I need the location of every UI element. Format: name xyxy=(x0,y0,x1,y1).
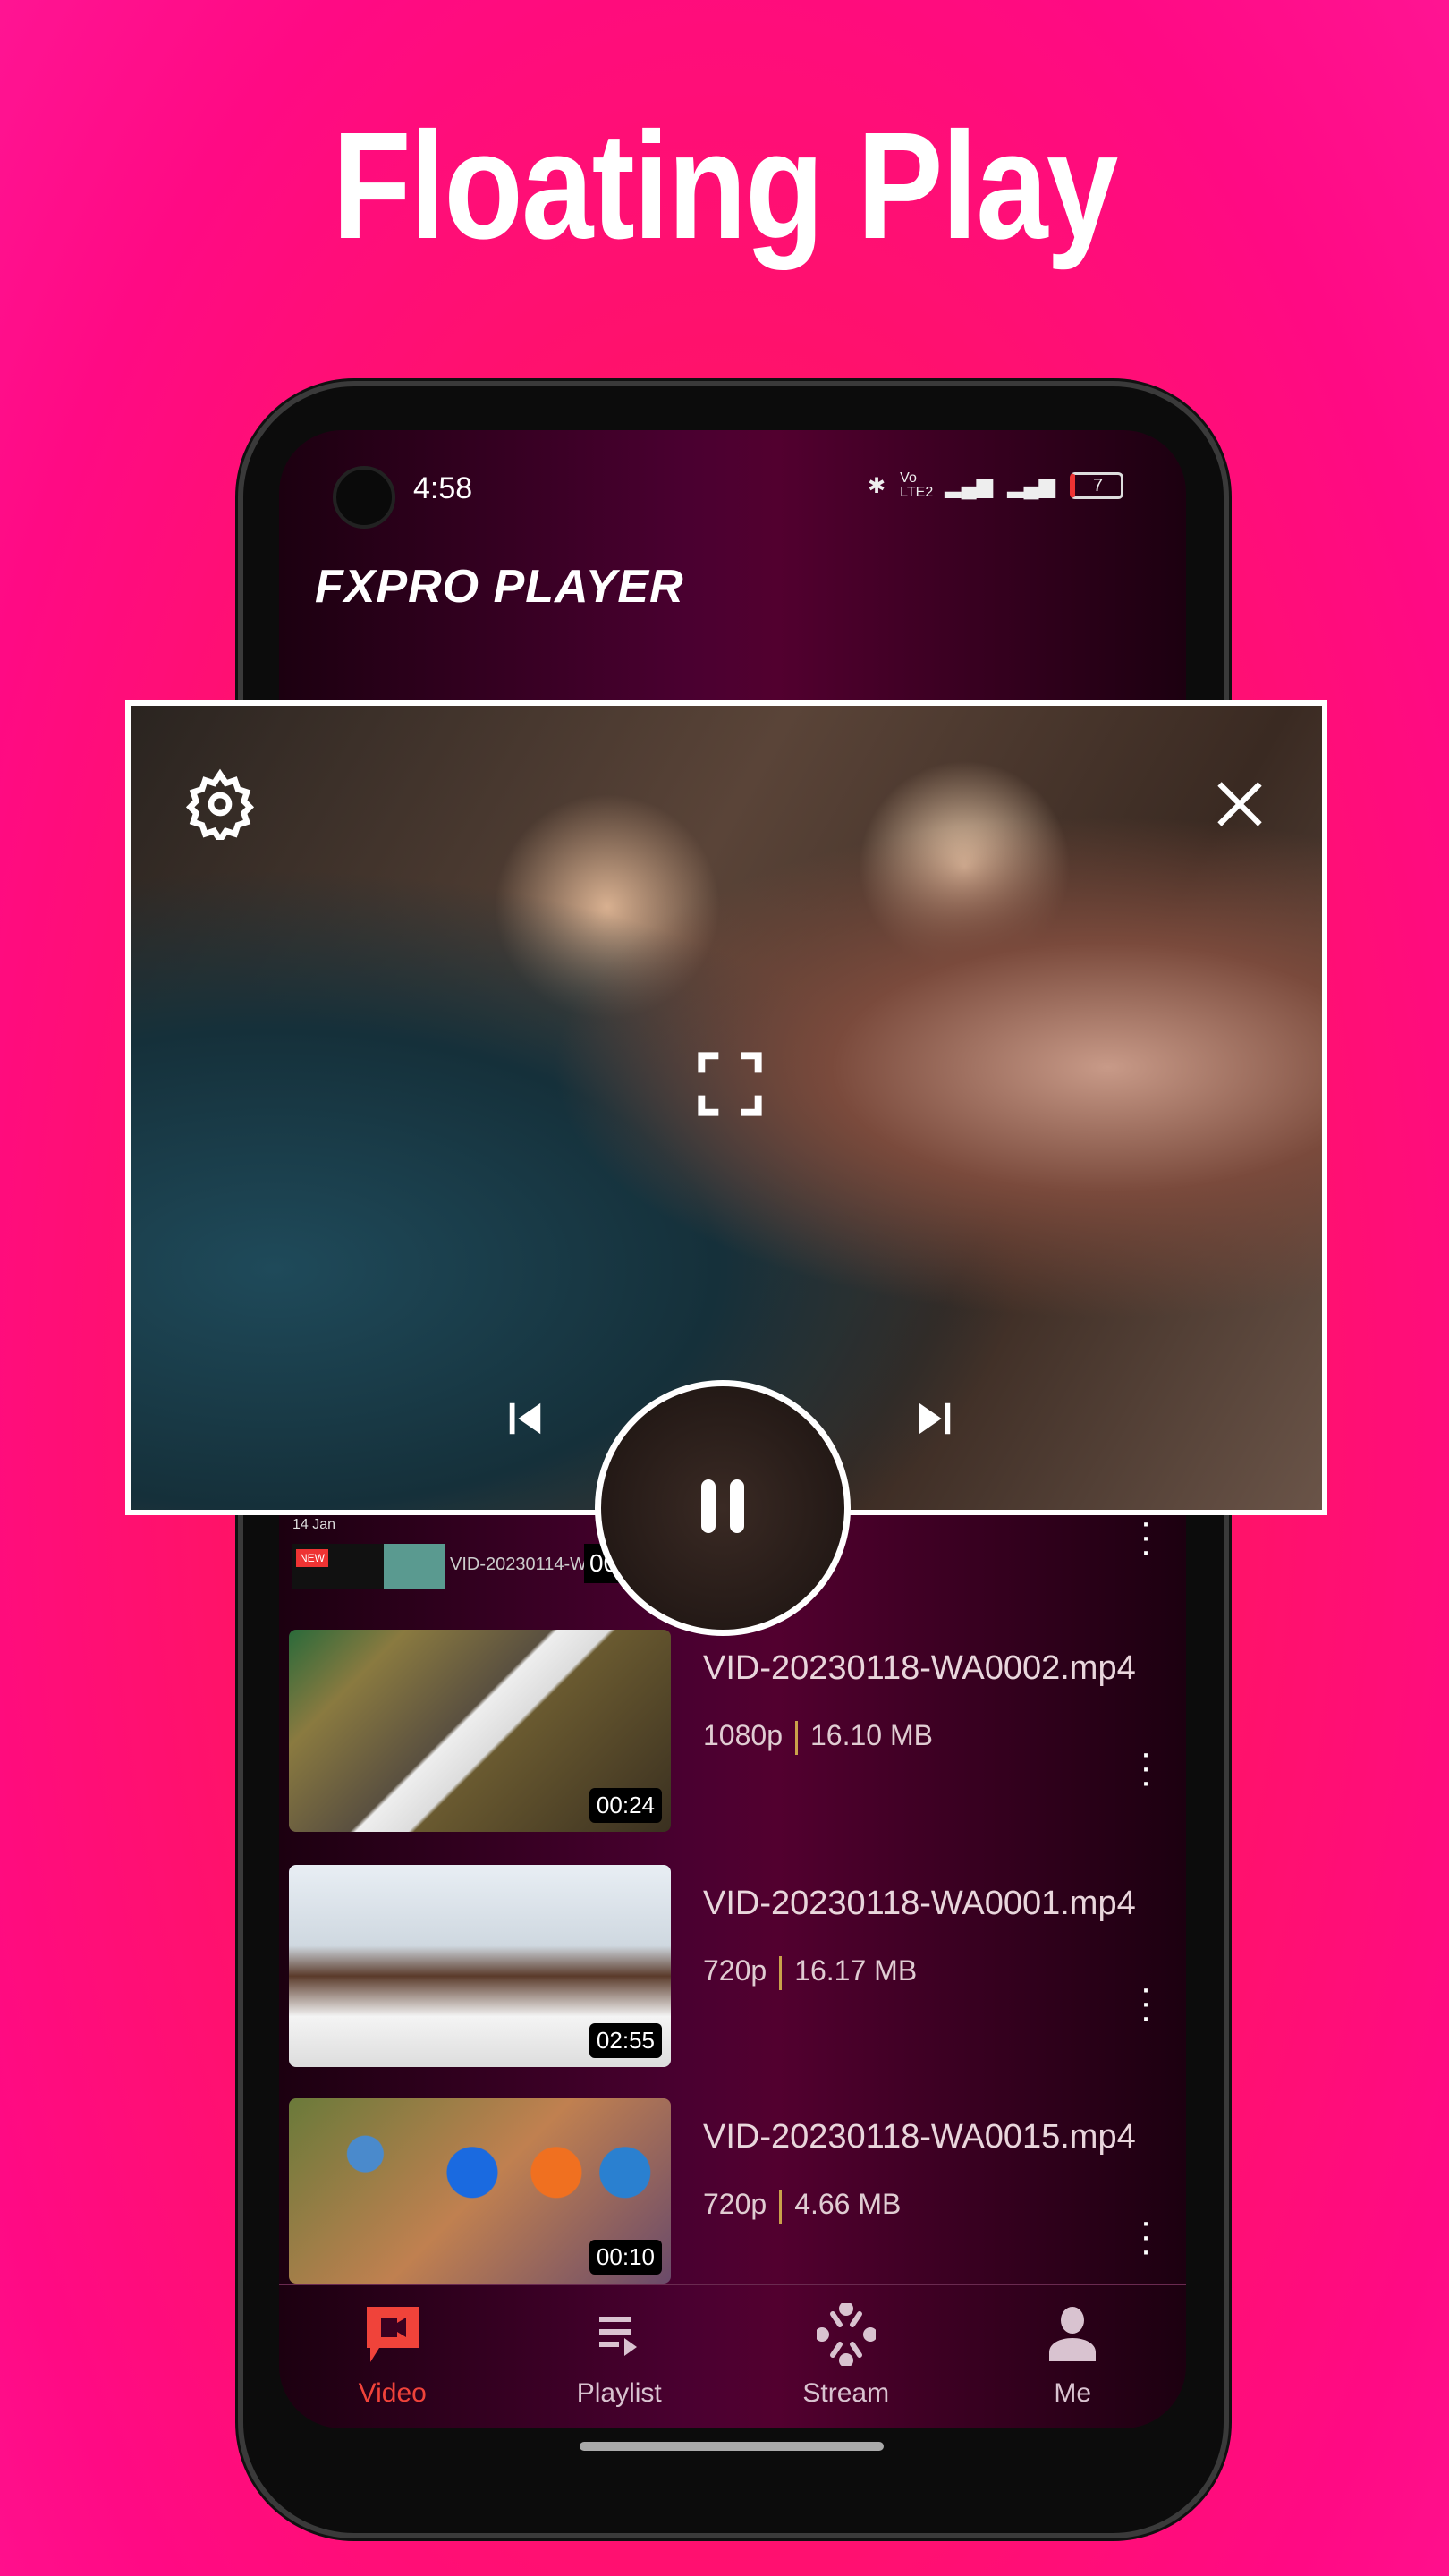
skip-previous-icon[interactable] xyxy=(504,1398,546,1444)
nav-item-me[interactable]: Me xyxy=(960,2285,1187,2428)
video-title: VID-20230118-WA0002.mp4 xyxy=(703,1649,1136,1687)
status-time: 4:58 xyxy=(413,471,473,505)
signal-icon: ▂▄▆ xyxy=(1007,473,1055,498)
file-size: 4.66 MB xyxy=(794,2188,902,2220)
more-options-icon[interactable]: · · · xyxy=(1137,1735,1155,1800)
home-indicator[interactable] xyxy=(580,2442,884,2451)
video-thumbnail: NEW xyxy=(292,1544,445,1589)
date-header: 14 Jan xyxy=(292,1517,336,1532)
duration-badge: 00:24 xyxy=(589,1788,662,1823)
nav-item-stream[interactable]: Stream xyxy=(733,2285,960,2428)
duration-badge: 00:10 xyxy=(589,2240,662,2275)
video-thumbnail: 00:24 xyxy=(289,1630,671,1832)
nav-label: Me xyxy=(1054,2378,1092,2408)
resolution: 720p xyxy=(703,2188,767,2220)
front-camera xyxy=(333,466,395,529)
more-options-icon[interactable]: · · · xyxy=(1137,1970,1155,2035)
battery-icon: 7 xyxy=(1070,472,1123,499)
resolution: 1080p xyxy=(703,1719,783,1751)
file-size: 16.17 MB xyxy=(794,1954,918,1987)
more-options-icon[interactable]: · · · xyxy=(1137,2204,1155,2268)
video-meta: 720p 16.17 MB xyxy=(703,1954,917,1990)
fullscreen-icon[interactable] xyxy=(696,1050,764,1123)
more-options-icon[interactable]: · · · xyxy=(1137,1504,1155,1569)
video-title: VID-20230118-WA0015.mp4 xyxy=(703,2118,1136,2156)
bottom-nav: Video Playlist Stream Me xyxy=(279,2284,1186,2428)
stream-icon xyxy=(815,2303,877,2366)
video-camera-icon xyxy=(361,2303,424,2366)
bluetooth-icon: ✱ xyxy=(868,473,886,498)
duration-badge: 02:55 xyxy=(589,2023,662,2058)
nav-label: Video xyxy=(358,2378,427,2408)
video-meta: 1080p 16.10 MB xyxy=(703,1719,933,1755)
resolution: 720p xyxy=(703,1954,767,1987)
new-badge: NEW xyxy=(296,1549,328,1567)
status-icons: ✱ Vo LTE2 ▂▄▆ ▂▄▆ 7 xyxy=(868,471,1123,500)
list-item[interactable]: 00:24 VID-20230118-WA0002.mp4 1080p 16.10… xyxy=(289,1630,1174,1832)
video-meta: 720p 4.66 MB xyxy=(703,2188,901,2224)
nav-item-video[interactable]: Video xyxy=(279,2285,506,2428)
person-icon xyxy=(1041,2303,1104,2366)
video-thumbnail: 02:55 xyxy=(289,1865,671,2067)
headline: Floating Play xyxy=(332,101,1118,271)
signal-icon: ▂▄▆ xyxy=(945,473,994,498)
gear-icon[interactable] xyxy=(184,768,256,846)
nav-label: Stream xyxy=(802,2378,890,2408)
skip-next-icon[interactable] xyxy=(914,1398,955,1444)
playlist-icon xyxy=(588,2303,650,2366)
list-item[interactable]: 02:55 VID-20230118-WA0001.mp4 720p 16.17 … xyxy=(289,1865,1174,2067)
nav-label: Playlist xyxy=(576,2378,662,2408)
close-icon[interactable] xyxy=(1213,777,1267,835)
app-title: FXPRO PLAYER xyxy=(315,561,684,613)
pause-button[interactable] xyxy=(595,1380,851,1636)
file-size: 16.10 MB xyxy=(809,1719,933,1751)
nav-item-playlist[interactable]: Playlist xyxy=(506,2285,733,2428)
video-thumbnail: 00:10 xyxy=(289,2098,671,2284)
list-item[interactable]: 00:10 VID-20230118-WA0015.mp4 720p 4.66 M… xyxy=(289,2098,1174,2284)
video-title: VID-20230118-WA0001.mp4 xyxy=(703,1885,1136,1922)
pause-icon xyxy=(698,1478,748,1539)
volte-icon: Vo LTE2 xyxy=(900,470,934,500)
